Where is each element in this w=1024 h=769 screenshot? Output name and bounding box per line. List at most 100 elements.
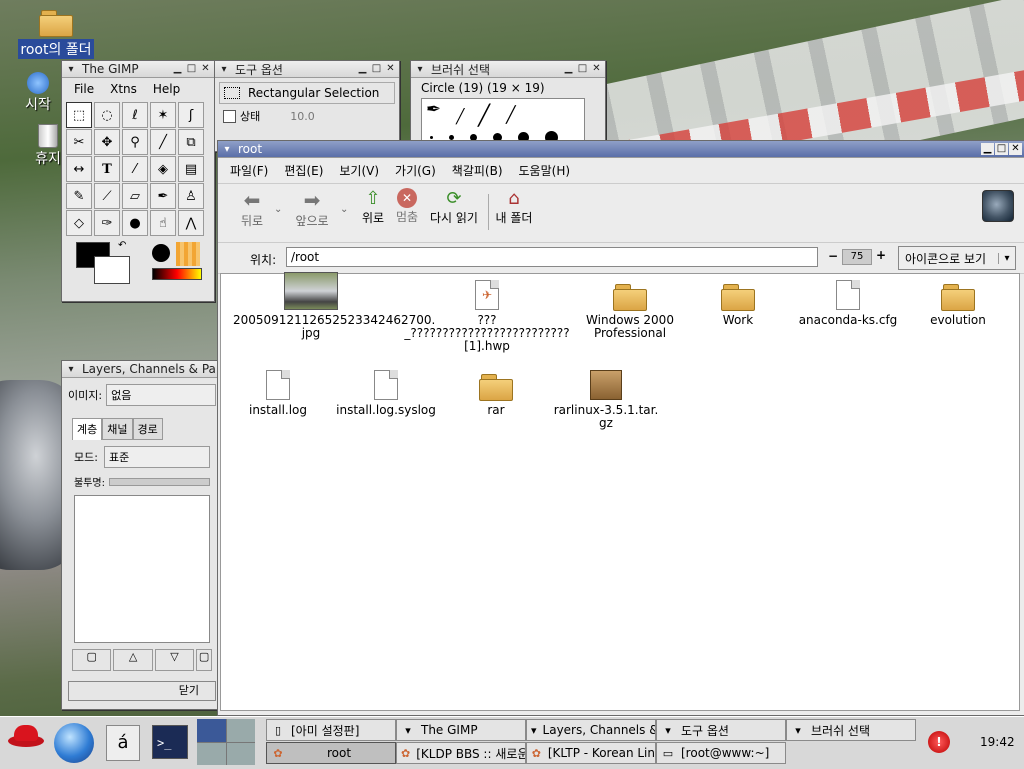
task-button-ami[interactable]: ▯ [아미 설정판] xyxy=(266,719,396,741)
file-item[interactable]: Work xyxy=(683,274,793,327)
menu-go[interactable]: 가기(G) xyxy=(387,160,444,181)
zoom-in-icon[interactable]: + xyxy=(876,248,886,262)
magic-wand-tool-icon[interactable]: ✶ xyxy=(150,102,176,128)
window-menu-icon[interactable]: ▾ xyxy=(64,64,78,75)
flip-tool-icon[interactable]: ↔ xyxy=(66,156,92,182)
rect-select-tool-icon[interactable]: ⬚ xyxy=(66,102,92,128)
window-menu-icon[interactable]: ▾ xyxy=(413,64,427,75)
layers-close-button[interactable]: 닫기 xyxy=(68,681,216,701)
ellipse-select-tool-icon[interactable]: ◌ xyxy=(94,102,120,128)
minimize-icon[interactable]: ▁ xyxy=(562,63,575,75)
menu-file[interactable]: File xyxy=(66,80,102,98)
desktop-icon-root-folder[interactable]: root의 폴더 xyxy=(10,8,102,59)
workspace-3[interactable] xyxy=(197,742,226,765)
airbrush-tool-icon[interactable]: ✒ xyxy=(150,183,176,209)
file-item[interactable]: ✈ ??? _????????????????????????? [1].hwp xyxy=(401,274,573,353)
pencil-knife-tool-icon[interactable]: ╱ xyxy=(150,129,176,155)
maximize-icon[interactable]: □ xyxy=(185,63,198,75)
zoom-tool-icon[interactable]: ⚲ xyxy=(122,129,148,155)
scissors-select-tool-icon[interactable]: ʃ xyxy=(178,102,204,128)
option-checkbox[interactable] xyxy=(223,109,236,123)
redhat-main-menu-icon[interactable] xyxy=(4,723,48,763)
stop-button[interactable]: ✕ 멈춤 xyxy=(390,188,424,225)
image-select[interactable]: 없음 xyxy=(106,384,216,406)
menu-bookmarks[interactable]: 책갈피(B) xyxy=(444,160,511,181)
up-button[interactable]: ⇧ 위로 xyxy=(356,188,390,226)
opacity-slider[interactable] xyxy=(108,477,210,486)
bezier-tool-icon[interactable]: ✂ xyxy=(66,129,92,155)
smudge-tool-icon[interactable]: ☝ xyxy=(150,210,176,236)
minimize-icon[interactable]: ▁ xyxy=(171,63,184,75)
workspace-1[interactable] xyxy=(197,719,226,742)
close-icon[interactable]: ✕ xyxy=(590,63,603,75)
back-button[interactable]: ⬅ 뒤로 xyxy=(232,188,272,229)
mode-select[interactable]: 표준 xyxy=(103,446,210,468)
raise-layer-icon[interactable]: △ xyxy=(113,649,153,671)
fm-titlebar[interactable]: ▾ root ▁ □ ✕ xyxy=(218,141,1024,158)
paintbrush-tool-icon[interactable]: ⟋ xyxy=(94,183,120,209)
minimize-icon[interactable]: ▁ xyxy=(981,143,994,155)
background-color-swatch[interactable] xyxy=(94,256,130,284)
new-layer-icon[interactable]: ▢ xyxy=(72,649,112,671)
file-item[interactable]: rar xyxy=(441,364,551,417)
lower-layer-icon[interactable]: ▽ xyxy=(154,649,195,671)
duplicate-layer-icon[interactable]: ▢ xyxy=(196,649,212,671)
minimize-icon[interactable]: ▁ xyxy=(356,63,369,75)
close-icon[interactable]: ✕ xyxy=(384,63,397,75)
clock[interactable]: 19:42 xyxy=(980,735,1015,749)
close-icon[interactable]: ✕ xyxy=(1009,143,1022,155)
task-button-kldp[interactable]: ✿ [KLDP BBS :: 새로운 xyxy=(396,742,526,764)
workspace-switcher[interactable] xyxy=(197,719,255,765)
maximize-icon[interactable]: □ xyxy=(995,143,1008,155)
swap-colors-icon[interactable]: ↶ xyxy=(118,240,126,251)
home-button[interactable]: ⌂ 내 폴더 xyxy=(492,188,536,226)
measure-tool-icon[interactable]: ⋀ xyxy=(178,210,204,236)
bucket-fill-icon[interactable]: ◈ xyxy=(150,156,176,182)
file-item[interactable]: rarlinux-3.5.1.tar. gz xyxy=(551,364,661,430)
layers-titlebar[interactable]: ▾ Layers, Channels & Pa xyxy=(62,361,222,378)
window-menu-icon[interactable]: ▾ xyxy=(217,64,231,75)
lasso-tool-icon[interactable]: ℓ xyxy=(122,102,148,128)
menu-help[interactable]: 도움말(H) xyxy=(511,160,579,181)
window-menu-icon[interactable]: ▾ xyxy=(220,144,234,155)
pattern-preview[interactable] xyxy=(176,242,200,266)
update-alert-icon[interactable]: ! xyxy=(928,731,950,753)
layers-list[interactable] xyxy=(74,495,210,643)
menu-view[interactable]: 보기(V) xyxy=(331,160,387,181)
close-icon[interactable]: ✕ xyxy=(199,63,212,75)
view-mode-select[interactable]: 아이콘으로 보기 ▾ xyxy=(898,246,1016,270)
tab-paths[interactable]: 경로 xyxy=(132,418,163,440)
window-menu-icon[interactable]: ▾ xyxy=(64,364,78,375)
tab-layers[interactable]: 계층 xyxy=(72,418,103,440)
file-item[interactable]: evolution xyxy=(903,274,1013,327)
forward-history-chevron-icon[interactable]: ⌄ xyxy=(340,204,348,215)
gradient-preview[interactable] xyxy=(152,268,202,280)
task-button-kltp[interactable]: ✿ [KLTP - Korean Lin xyxy=(526,742,656,764)
back-history-chevron-icon[interactable]: ⌄ xyxy=(274,204,282,215)
pencil-tool-icon[interactable]: ✎ xyxy=(66,183,92,209)
task-button-terminal[interactable]: ▭ [root@www:~] xyxy=(656,742,786,764)
crop-tool-icon[interactable]: ⧉ xyxy=(178,129,204,155)
eraser-tool-icon[interactable]: ▱ xyxy=(122,183,148,209)
terminal-launcher-icon[interactable]: >_ xyxy=(152,725,188,759)
task-button-tool-options[interactable]: ▾ 도구 옵션 xyxy=(656,719,786,741)
gimp-titlebar[interactable]: ▾ The GIMP ▁ □ ✕ xyxy=(62,61,214,78)
file-item[interactable]: 20050912112652523342462700. jpg xyxy=(233,272,435,340)
zoom-out-icon[interactable]: − xyxy=(828,249,838,263)
forward-button[interactable]: ➡ 앞으로 xyxy=(290,188,334,229)
clone-tool-icon[interactable]: ♙ xyxy=(178,183,204,209)
maximize-icon[interactable]: □ xyxy=(370,63,383,75)
task-button-brush[interactable]: ▾ 브러쉬 선택 xyxy=(786,719,916,741)
maximize-icon[interactable]: □ xyxy=(576,63,589,75)
tool-options-titlebar[interactable]: ▾ 도구 옵션 ▁ □ ✕ xyxy=(215,61,399,78)
blur-tool-icon[interactable]: ◇ xyxy=(66,210,92,236)
workspace-4[interactable] xyxy=(226,742,255,765)
menu-help[interactable]: Help xyxy=(145,80,188,98)
tab-channels[interactable]: 채널 xyxy=(102,418,133,440)
gradient-tool-icon[interactable]: ▤ xyxy=(178,156,204,182)
task-button-root[interactable]: ✿ root xyxy=(266,742,396,764)
file-item[interactable]: install.log xyxy=(223,364,333,417)
file-icon-view[interactable]: 20050912112652523342462700. jpg ✈ ??? _?… xyxy=(220,272,1020,711)
task-button-layers[interactable]: ▾ Layers, Channels & xyxy=(526,719,656,741)
brush-preview-icon[interactable] xyxy=(152,244,170,262)
